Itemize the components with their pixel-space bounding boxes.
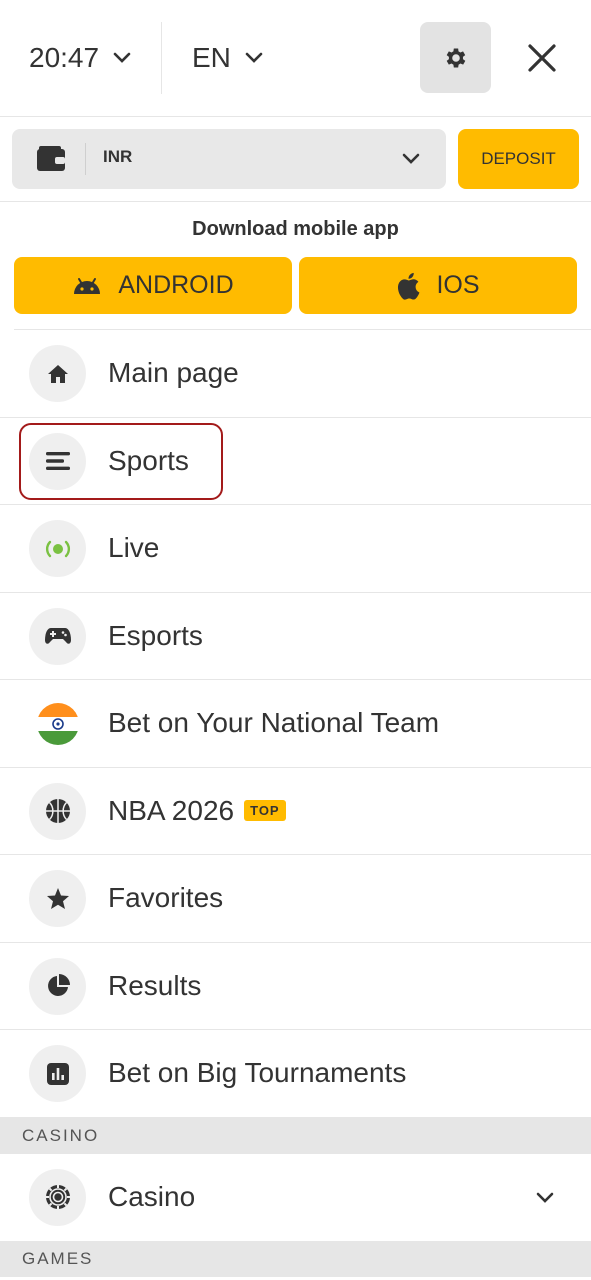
menu-item-national-team[interactable]: Bet on Your National Team xyxy=(0,680,591,768)
main-menu: Main page Sports Live Esports Bet on You… xyxy=(0,330,591,1277)
menu-item-label: Bet on Big Tournaments xyxy=(108,1057,407,1088)
android-label: ANDROID xyxy=(118,271,234,299)
menu-item-sports[interactable]: Sports xyxy=(0,418,591,505)
gear-icon xyxy=(446,47,465,68)
menu-item-label: Results xyxy=(108,969,202,1001)
india-flag-icon xyxy=(29,695,86,752)
live-signal-icon xyxy=(29,520,86,577)
android-icon xyxy=(74,277,101,294)
menu-item-live[interactable]: Live xyxy=(0,505,591,593)
nba-label: NBA 2026 xyxy=(108,794,235,826)
ios-download-button[interactable]: IOS xyxy=(299,257,577,314)
menu-item-main-page[interactable]: Main page xyxy=(0,330,591,418)
wallet-icon xyxy=(37,146,65,171)
menu-item-big-tournaments[interactable]: Bet on Big Tournaments xyxy=(0,1030,591,1118)
casino-chip-icon xyxy=(29,1168,86,1226)
divider xyxy=(85,143,86,175)
chevron-down-icon xyxy=(245,52,263,63)
menu-item-esports[interactable]: Esports xyxy=(0,593,591,680)
time-selector[interactable]: 20:47 xyxy=(29,38,131,78)
gamepad-icon xyxy=(29,607,86,665)
menu-item-label: Live xyxy=(108,532,160,563)
close-icon xyxy=(528,44,556,72)
menu-item-label: Main page xyxy=(108,357,239,388)
chevron-down-icon[interactable] xyxy=(536,1192,554,1204)
language-selector[interactable]: EN xyxy=(192,38,263,78)
menu-item-label: Esports xyxy=(108,619,203,651)
pie-chart-icon xyxy=(29,957,86,1015)
menu-item-nba-2026[interactable]: NBA 2026 TOP xyxy=(0,768,591,855)
menu-item-results[interactable]: Results xyxy=(0,943,591,1030)
download-app-title: Download mobile app xyxy=(192,218,399,240)
casino-section-header: CASINO xyxy=(0,1117,591,1154)
home-icon xyxy=(29,345,86,402)
divider xyxy=(0,201,591,202)
menu-item-label: Favorites xyxy=(108,882,224,913)
casino-row: Casino xyxy=(0,1154,591,1242)
menu-lines-icon xyxy=(29,432,86,490)
apple-icon xyxy=(398,272,420,300)
menu-item-favorites[interactable]: Favorites xyxy=(0,855,591,943)
divider xyxy=(161,22,162,94)
top-badge: TOP xyxy=(244,800,286,821)
menu-item-label: Casino xyxy=(108,1180,196,1212)
star-icon xyxy=(29,870,86,927)
close-button[interactable] xyxy=(522,38,562,78)
menu-item-label: Bet on Your National Team xyxy=(108,707,440,738)
currency-label: INR xyxy=(103,147,133,166)
deposit-button[interactable]: DEPOSIT xyxy=(458,129,579,189)
bar-chart-icon xyxy=(29,1045,86,1102)
chevron-down-icon xyxy=(113,52,131,63)
basketball-icon xyxy=(29,782,86,840)
android-download-button[interactable]: ANDROID xyxy=(14,257,292,314)
chevron-down-icon xyxy=(402,153,420,164)
language-value: EN xyxy=(192,42,231,73)
settings-button[interactable] xyxy=(420,22,491,93)
menu-item-label: Sports xyxy=(108,444,189,476)
games-section-header: GAMES xyxy=(0,1240,591,1277)
top-bar: 20:47 EN xyxy=(0,0,591,117)
menu-item-label: NBA 2026 TOP xyxy=(108,795,286,827)
time-value: 20:47 xyxy=(29,42,100,73)
menu-item-casino[interactable]: Casino xyxy=(0,1154,591,1241)
currency-wallet-selector[interactable]: INR xyxy=(12,129,446,189)
ios-label: IOS xyxy=(436,271,480,299)
